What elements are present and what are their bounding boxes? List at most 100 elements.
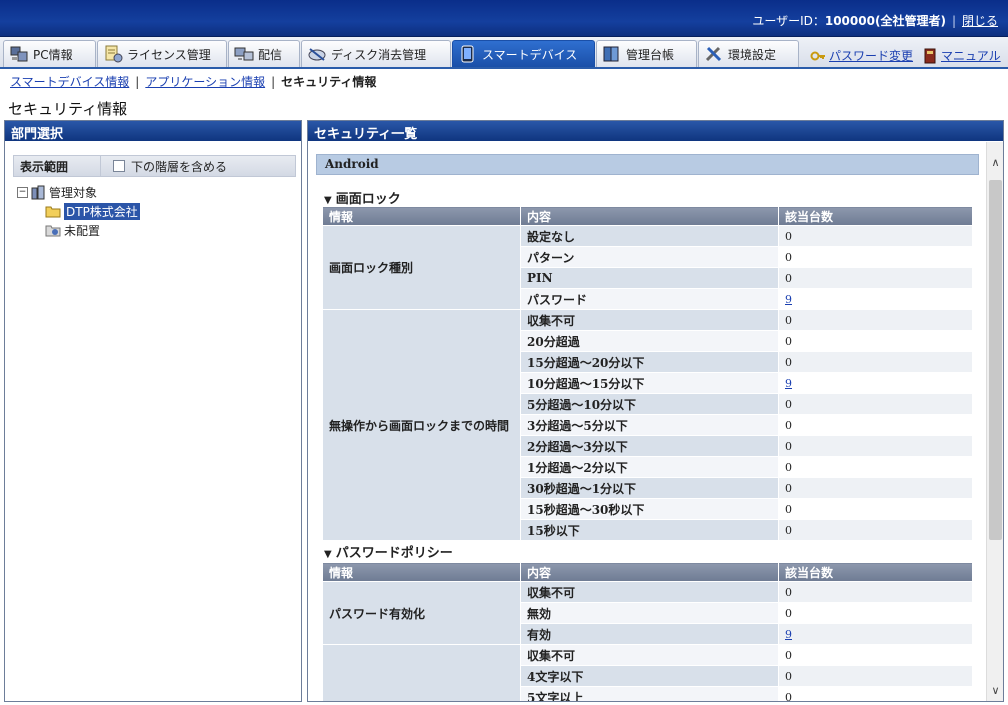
content-cell: 3分超過～5分以下 (520, 414, 779, 436)
collapse-arrow-icon: ▼ (324, 549, 332, 560)
content-cell: 有効 (520, 623, 779, 645)
pc-icon (9, 45, 29, 63)
close-link[interactable]: 閉じる (962, 14, 998, 28)
content-cell: 収集不可 (520, 309, 779, 331)
count-cell: 0 (778, 602, 973, 624)
subnav-smart-device-info[interactable]: スマートデバイス情報 (10, 75, 129, 89)
settings-tools-icon (704, 45, 724, 63)
license-icon (103, 45, 123, 63)
include-sub-checkbox[interactable] (113, 160, 125, 172)
count-cell: 0 (778, 330, 973, 352)
screen-lock-table: 情報 内容 該当台数 画面ロック種別 設定なし 0 パターン 0 PIN 0 パスワード 9 無操… (322, 206, 973, 541)
count-cell: 0 (778, 498, 973, 520)
count-cell: 0 (778, 267, 973, 289)
vertical-scrollbar[interactable]: ∧ ∨ (986, 142, 1003, 701)
department-panel-title: 部門選択 (5, 121, 301, 142)
table-row: 収集不可 0 (322, 644, 973, 701)
table-row: パスワード有効化 収集不可 0 (322, 581, 973, 645)
user-id-label: ユーザーID： (752, 14, 825, 28)
password-change-link[interactable]: パスワード変更 (810, 47, 913, 64)
content-cell: 20分超過 (520, 330, 779, 352)
info-cell: 無操作から画面ロックまでの時間 (322, 309, 521, 541)
subnav-application-info[interactable]: アプリケーション情報 (145, 75, 265, 89)
os-header: Android (316, 154, 979, 175)
content-cell: 無効 (520, 602, 779, 624)
content-cell: 設定なし (520, 225, 779, 247)
count-cell[interactable]: 9 (778, 623, 973, 645)
password-policy-table: 情報 内容 該当台数 パスワード有効化 収集不可 0 無効 0 有効 9 収集不可 0 4文字以下… (322, 562, 973, 701)
scroll-down-icon[interactable]: ∨ (987, 682, 1004, 699)
scroll-up-icon[interactable]: ∧ (987, 154, 1004, 171)
key-icon (810, 48, 826, 64)
count-cell: 0 (778, 351, 973, 373)
ledger-icon (602, 45, 622, 63)
security-scroll-area: Android ▼ 画面ロック 情報 内容 該当台数 画面ロック種別 設定なし 0 パタ… (308, 142, 986, 701)
scroll-thumb[interactable] (989, 180, 1002, 540)
count-cell: 0 (778, 477, 973, 499)
tab-pc-info[interactable]: PC情報 (3, 40, 96, 67)
info-cell: パスワード有効化 (322, 581, 521, 645)
tab-disk-erase[interactable]: ディスク消去管理 (301, 40, 451, 67)
column-header-info: 情報 (322, 562, 521, 582)
page-title: セキュリティ情報 (8, 100, 128, 118)
tab-license[interactable]: ライセンス管理 (97, 40, 227, 67)
count-cell: 0 (778, 686, 973, 701)
tab-deliver[interactable]: 配信 (228, 40, 300, 67)
collapse-toggle-icon[interactable]: − (17, 187, 28, 198)
tab-smart-device[interactable]: スマートデバイス (452, 40, 595, 67)
content-cell: 収集不可 (520, 644, 779, 666)
user-id-value: 100000(全社管理者) (824, 14, 946, 28)
column-header-content: 内容 (520, 562, 779, 582)
count-cell: 0 (778, 665, 973, 687)
unassigned-folder-icon (45, 223, 61, 238)
scope-bar: 表示範囲 下の階層を含める (13, 155, 296, 177)
folder-icon (45, 204, 61, 219)
tree-root[interactable]: − 管理対象 (17, 183, 140, 202)
count-cell: 0 (778, 309, 973, 331)
content-cell: 2分超過～3分以下 (520, 435, 779, 457)
content-cell: 5分超過～10分以下 (520, 393, 779, 415)
section-title-screen-lock[interactable]: ▼ 画面ロック (324, 188, 401, 207)
content-cell: 15分超過～20分以下 (520, 351, 779, 373)
sub-navigation: スマートデバイス情報 | アプリケーション情報 | セキュリティ情報 (10, 75, 377, 89)
subnav-security-info: セキュリティ情報 (281, 75, 377, 89)
include-sub-label[interactable]: 下の階層を含める (131, 158, 227, 175)
count-cell: 0 (778, 393, 973, 415)
tab-ledger[interactable]: 管理台帳 (596, 40, 697, 67)
column-header-count: 該当台数 (778, 562, 973, 582)
content-cell: 1分超過～2分以下 (520, 456, 779, 478)
column-header-info: 情報 (322, 206, 521, 226)
manual-book-icon (922, 48, 938, 64)
count-link[interactable]: 9 (785, 377, 792, 390)
manual-link[interactable]: マニュアル (922, 47, 1001, 64)
security-list-panel: セキュリティ一覧 Android ▼ 画面ロック 情報 内容 該当台数 画面ロック… (307, 120, 1004, 702)
count-cell: 0 (778, 456, 973, 478)
deliver-icon (234, 45, 254, 63)
content-cell: 10分超過～15分以下 (520, 372, 779, 394)
info-cell (322, 644, 521, 701)
disk-erase-icon (307, 45, 327, 63)
count-cell[interactable]: 9 (778, 372, 973, 394)
count-cell[interactable]: 9 (778, 288, 973, 310)
tab-settings[interactable]: 環境設定 (698, 40, 799, 67)
content-cell: 30秒超過～1分以下 (520, 477, 779, 499)
content-cell: パターン (520, 246, 779, 268)
count-link[interactable]: 9 (785, 628, 792, 641)
building-icon (30, 185, 46, 200)
tree-item-unassigned[interactable]: 未配置 (17, 221, 140, 240)
count-cell: 0 (778, 644, 973, 666)
content-cell: パスワード (520, 288, 779, 310)
count-link[interactable]: 9 (785, 293, 792, 306)
main-tab-bar: PC情報 ライセンス管理 配信 ディスク消去管理 スマートデバイス 管理台帳 環… (0, 37, 1008, 69)
column-header-count: 該当台数 (778, 206, 973, 226)
content-cell: 15秒以下 (520, 519, 779, 541)
content-cell: 収集不可 (520, 581, 779, 603)
user-info: ユーザーID：100000(全社管理者) | 閉じる (752, 14, 998, 28)
tree-item-dtp[interactable]: DTP株式会社 (17, 202, 140, 221)
content-cell: 5文字以上 (520, 686, 779, 701)
security-list-title: セキュリティ一覧 (308, 121, 1003, 142)
section-title-password-policy[interactable]: ▼ パスワードポリシー (324, 542, 453, 561)
info-cell: 画面ロック種別 (322, 225, 521, 310)
table-row: 画面ロック種別 設定なし 0 (322, 225, 973, 310)
count-cell: 0 (778, 414, 973, 436)
